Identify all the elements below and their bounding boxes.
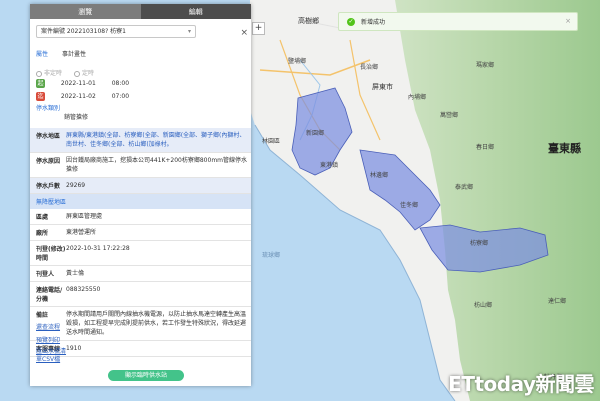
outage-info-panel: 瀏覽 編輯 案件編號 2022103108? 枋寮1 ▾ × 屬性 事計畫性 非… xyxy=(30,4,251,386)
export-csv-link[interactable]: 匯出水號清單CSV檔 xyxy=(36,348,68,364)
map-zoom-button[interactable]: + xyxy=(252,22,265,35)
table-row: 連絡電話/分機 088325550 xyxy=(30,282,251,307)
end-time: 07:00 xyxy=(111,93,130,100)
map-label-xiaoliuqiu: 琉球鄉 xyxy=(262,252,281,259)
map-label-neipu: 內埔鄉 xyxy=(408,94,427,101)
map-label-chunri: 春日鄉 xyxy=(476,144,495,151)
region-key: 區處 xyxy=(36,214,49,221)
start-row: 起 2022-11-01 08:00 xyxy=(36,79,129,88)
table-row: 廠所 東港營運所 xyxy=(30,225,251,241)
map-label-gaoshu: 高樹鄉 xyxy=(298,17,319,25)
start-date: 2022-11-01 xyxy=(60,80,96,87)
map-label-jiadong: 佳冬鄉 xyxy=(400,202,419,209)
type-label-text: 停水類別 xyxy=(36,105,61,112)
chevron-down-icon: ▾ xyxy=(187,28,191,35)
map-label-wanluan: 萬巒鄉 xyxy=(440,112,459,119)
area-value: 屏東縣/東港鎮(全部、枋寮鄉(全部、新園鄉(全部、獅子鄉(內獅村、南世村、佳冬鄉… xyxy=(66,132,246,148)
watermark-logo: ETtoday新聞雲 xyxy=(448,372,594,396)
start-badge: 起 xyxy=(36,79,45,88)
section-no-pressure-drop: 無降壓地區 xyxy=(30,194,251,209)
radio-non-scheduled-label: 非定時 xyxy=(44,70,63,77)
households-key: 停水戶數 xyxy=(36,183,61,190)
area-key: 停水地區 xyxy=(36,133,61,140)
attr-row: 屬性 事計畫性 xyxy=(36,49,86,58)
type-label: 停水類別 xyxy=(36,105,66,113)
close-icon[interactable]: × xyxy=(240,28,248,38)
table-row: 刊登(修改)時間 2022-10-31 17:22:28 xyxy=(30,241,251,266)
show-temp-water-stations-button[interactable]: 顯示臨時供水站 xyxy=(108,370,184,381)
tab-edit[interactable]: 編輯 xyxy=(140,4,251,19)
end-row: 迄 2022-11-02 07:00 xyxy=(36,92,129,101)
time-type-radios: 非定時 定時 xyxy=(36,68,94,77)
households-value: 29269 xyxy=(66,182,86,189)
poster-value: 黃士倫 xyxy=(66,270,85,277)
case-number-value: 案件編號 2022103108? 枋寮1 xyxy=(41,28,126,35)
note-value: 停水期間請用戶關閉內線抽水機電源，以防止抽水馬達空轉產生高溫毀損，如工程提早完成… xyxy=(66,311,247,336)
print-preview-link[interactable]: 預覽列印 xyxy=(36,335,68,344)
phone-key: 連絡電話/分機 xyxy=(36,287,63,303)
map-label-majia: 瑪家鄉 xyxy=(476,62,495,69)
type-value: 銷管搶修 xyxy=(64,114,89,121)
map-label-taitung: 臺東縣 xyxy=(548,142,581,155)
time-key: 刊登(修改)時間 xyxy=(36,246,66,262)
radio-scheduled[interactable] xyxy=(73,70,80,77)
map-label-daren: 達仁鄉 xyxy=(548,298,567,305)
time-value: 2022-10-31 17:22:28 xyxy=(66,245,130,252)
poster-key: 刊登人 xyxy=(36,271,55,278)
query-process-link[interactable]: 還查流程 xyxy=(36,322,68,331)
office-key: 廠所 xyxy=(36,230,49,237)
office-value: 東港營運所 xyxy=(66,229,97,236)
map-label-donggang: 東港鎮 xyxy=(320,162,339,169)
map-label-pingtung: 屏東市 xyxy=(372,83,393,91)
case-number-select[interactable]: 案件編號 2022103108? 枋寮1 ▾ xyxy=(36,25,196,38)
end-badge: 迄 xyxy=(36,92,45,101)
check-icon: ✓ xyxy=(347,17,355,26)
table-row: 區處 屏東區管理處 xyxy=(30,209,251,225)
map-label-yanpu: 鹽埔鄉 xyxy=(288,58,307,65)
panel-tabs: 瀏覽 編輯 xyxy=(30,4,251,19)
success-toast: ✓ 新增成功 × xyxy=(338,12,578,31)
toast-text: 新增成功 xyxy=(361,19,386,26)
service-value: 1910 xyxy=(66,345,82,352)
attr-value: 事計畫性 xyxy=(61,51,86,58)
map-label-changzhi: 長治鄉 xyxy=(360,64,379,71)
table-row: 刊登人 黃士倫 xyxy=(30,266,251,282)
links-block: 還查流程 預覽列印 匯出水號清單CSV檔 xyxy=(36,322,68,364)
table-row: 停水地區 屏東縣/東港鎮(全部、枋寮鄉(全部、新園鄉(全部、獅子鄉(內獅村、南世… xyxy=(30,128,251,153)
table-row: 停水戶數 29269 xyxy=(30,178,251,194)
map-label-linyuan: 林園區 xyxy=(262,138,281,145)
region-value: 屏東區管理處 xyxy=(66,213,103,220)
map-label-taiwu: 泰武鄉 xyxy=(455,184,474,191)
attr-label: 屬性 xyxy=(36,51,49,58)
radio-scheduled-label: 定時 xyxy=(81,70,94,77)
reason-value: 因台鐵局廠商施工，挖損本公司441K+200枋寮鄉800mm管線停水搶修 xyxy=(66,157,248,173)
radio-non-scheduled[interactable] xyxy=(36,70,42,77)
map-label-xinyuan: 新園鄉 xyxy=(306,130,325,137)
table-row: 停水原因 因台鐵局廠商施工，挖損本公司441K+200枋寮鄉800mm管線停水搶… xyxy=(30,153,251,178)
phone-value: 088325550 xyxy=(66,286,101,293)
reason-key: 停水原因 xyxy=(36,158,61,165)
tab-browse[interactable]: 瀏覽 xyxy=(30,4,141,19)
end-date: 2022-11-02 xyxy=(60,93,96,100)
map-label-fangliao: 枋寮鄉 xyxy=(470,240,489,247)
map-label-fangshan: 枋山鄉 xyxy=(474,302,493,309)
map-label-linbian: 林邊鄉 xyxy=(370,172,389,179)
toast-close-icon[interactable]: × xyxy=(565,17,571,25)
start-time: 08:00 xyxy=(111,80,130,87)
